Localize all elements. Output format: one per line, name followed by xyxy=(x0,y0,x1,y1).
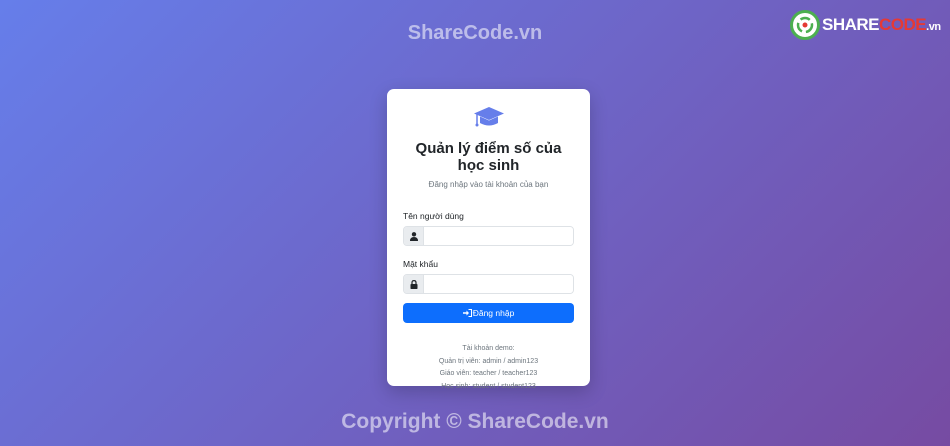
demo-accounts: Tài khoản demo: Quản trị viên: admin / a… xyxy=(403,343,574,393)
graduation-cap-icon xyxy=(473,107,504,127)
demo-heading: Tài khoản demo: xyxy=(462,345,515,352)
demo-teacher: Giáo viên: teacher / teacher123 xyxy=(439,370,538,377)
username-input-group xyxy=(403,226,574,246)
demo-admin: Quản trị viên: admin / admin123 xyxy=(438,357,539,365)
demo-student: Học sinh: student / student123 xyxy=(441,382,536,390)
password-input[interactable] xyxy=(424,275,573,293)
user-icon xyxy=(404,227,424,245)
logo-text: SHARECODE.vn xyxy=(822,15,941,34)
logo-emblem-icon xyxy=(790,10,820,40)
sharecode-logo: SHARECODE.vn xyxy=(790,10,941,40)
lock-icon xyxy=(404,275,424,293)
password-label: Mật khẩu xyxy=(403,259,438,269)
username-input[interactable] xyxy=(424,227,573,245)
password-input-group xyxy=(403,274,574,294)
page-subtitle: Đăng nhập vào tài khoản của bạn xyxy=(428,180,549,189)
login-button-label: Đăng nhập xyxy=(472,308,515,318)
username-label: Tên người dùng xyxy=(403,211,464,221)
page-title: Quản lý điểm số của học sinh xyxy=(415,140,562,174)
login-card: Quản lý điểm số của học sinh Đăng nhập v… xyxy=(387,89,590,390)
login-button[interactable]: Đăng nhập xyxy=(403,303,574,323)
watermark-bottom: Copyright © ShareCode.vn xyxy=(341,410,609,433)
header-icon-wrap xyxy=(403,105,574,131)
sign-in-icon xyxy=(462,309,472,317)
